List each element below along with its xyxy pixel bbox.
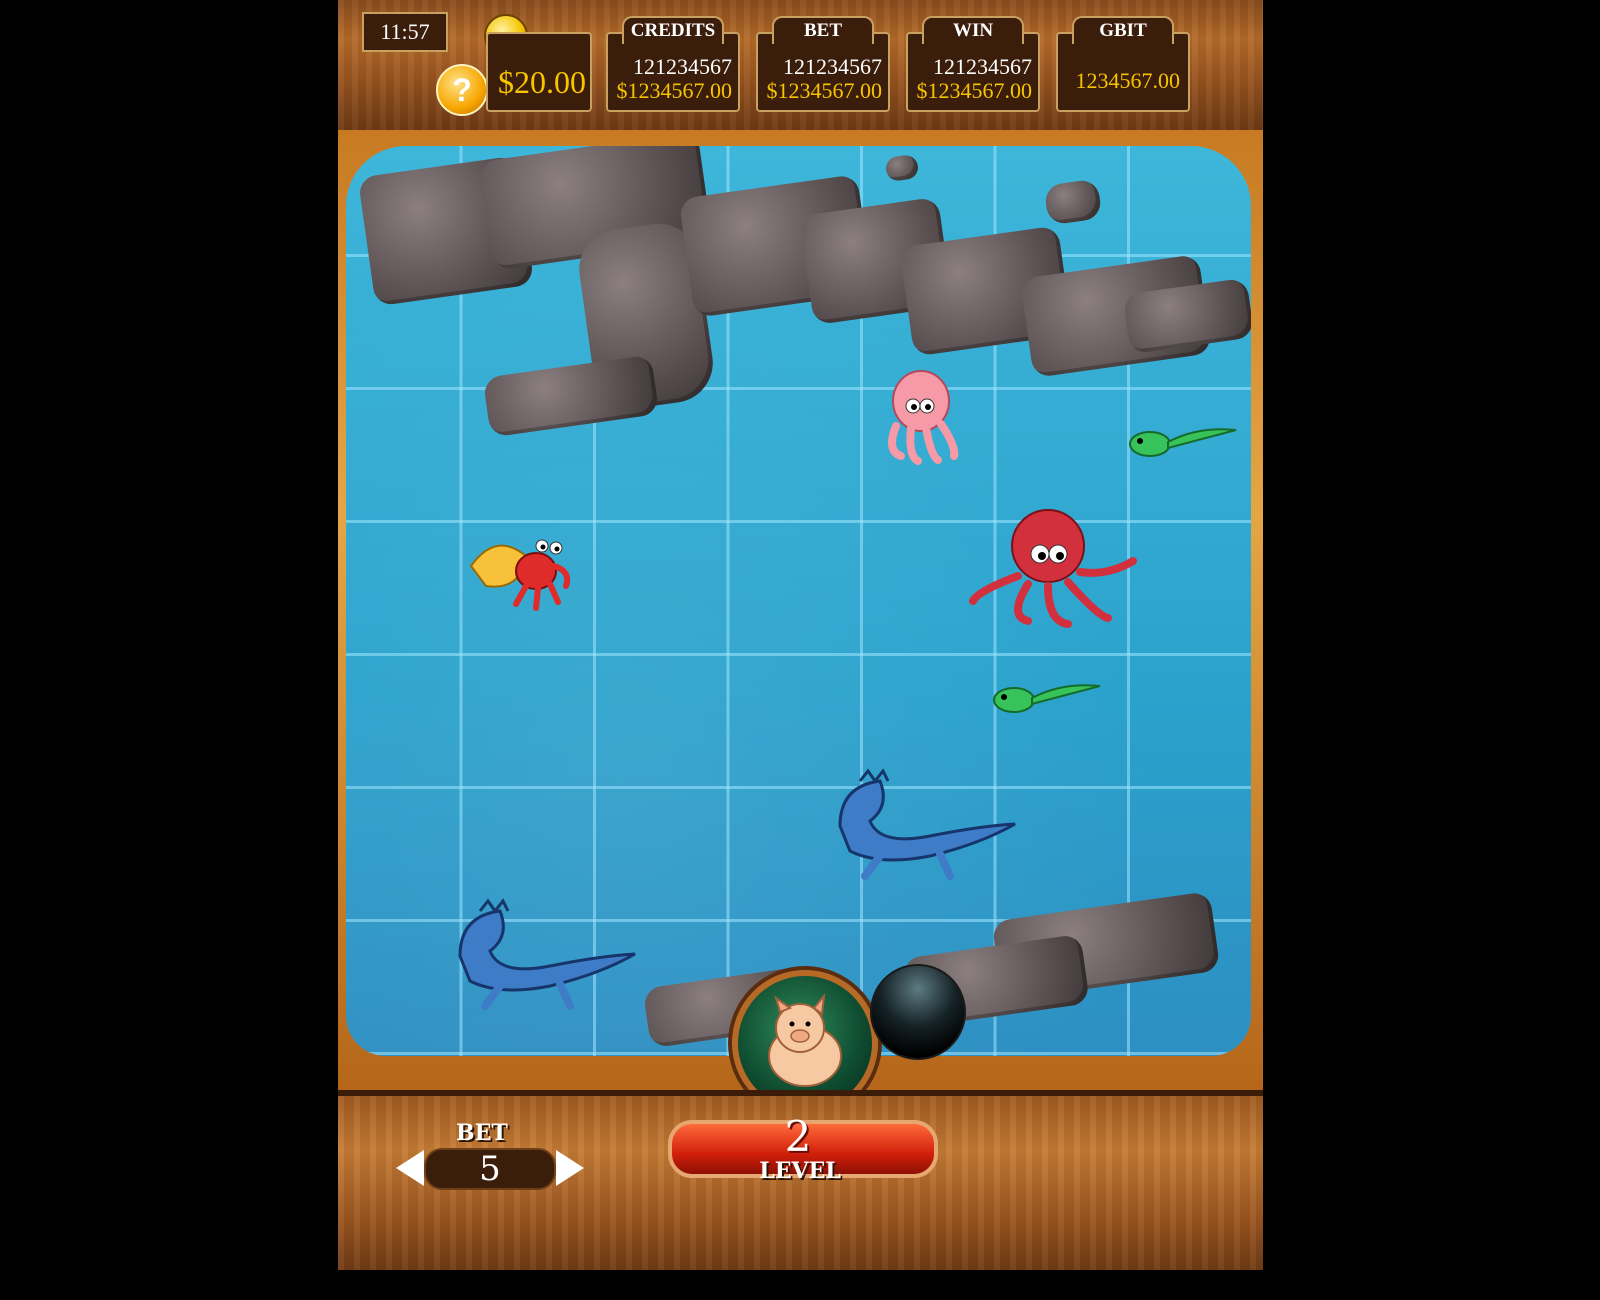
bet-count: 121234567 <box>783 54 882 79</box>
help-button[interactable]: ? <box>436 64 488 116</box>
gbit-title: GBIT <box>1072 16 1174 44</box>
game-screen: 11:57 ? $20.00 CREDITS 121234567 $123456… <box>338 0 1263 1270</box>
bet-title: BET <box>772 16 874 44</box>
win-title: WIN <box>922 16 1024 44</box>
bet-amount: $1234567.00 <box>766 78 883 103</box>
bet-increase-arrow-icon[interactable] <box>556 1150 584 1186</box>
balance-value: $20.00 <box>498 64 586 100</box>
board-frame <box>338 130 1263 1090</box>
blue-sea-serpent <box>838 768 1016 880</box>
pink-octopus <box>888 370 959 465</box>
bottom-bar: BET 5 2 LEVEL <box>338 1090 1263 1270</box>
credits-panel: CREDITS 121234567 $1234567.00 <box>606 16 740 112</box>
clock: 11:57 <box>362 12 448 52</box>
balance-panel: $20.00 <box>486 32 592 112</box>
credits-amount: $1234567.00 <box>616 78 733 103</box>
level-label: LEVEL <box>759 1158 841 1184</box>
red-octopus <box>969 509 1137 628</box>
win-amount: $1234567.00 <box>916 78 1033 103</box>
blue-sea-serpent <box>458 898 636 1010</box>
credits-title: CREDITS <box>622 16 724 44</box>
green-tadpole <box>993 684 1101 713</box>
level-number: 2 <box>784 1112 812 1161</box>
gbit-amount: 1234567.00 <box>1075 68 1181 93</box>
top-bar: 11:57 ? $20.00 CREDITS 121234567 $123456… <box>338 0 1263 134</box>
bet-selector-label: BET <box>456 1120 508 1146</box>
bet-selector-value: 5 <box>424 1148 556 1190</box>
bet-panel: BET 121234567 $1234567.00 <box>756 16 890 112</box>
win-count: 121234567 <box>933 54 1032 79</box>
next-ball <box>870 964 966 1060</box>
play-area[interactable] <box>346 146 1251 1056</box>
hermit-crab <box>469 539 571 611</box>
credits-count: 121234567 <box>633 54 732 79</box>
green-tadpole <box>1129 428 1237 457</box>
win-panel: WIN 121234567 $1234567.00 <box>906 16 1040 112</box>
bet-decrease-arrow-icon[interactable] <box>396 1150 424 1186</box>
gbit-panel: GBIT 1234567.00 <box>1056 16 1190 112</box>
